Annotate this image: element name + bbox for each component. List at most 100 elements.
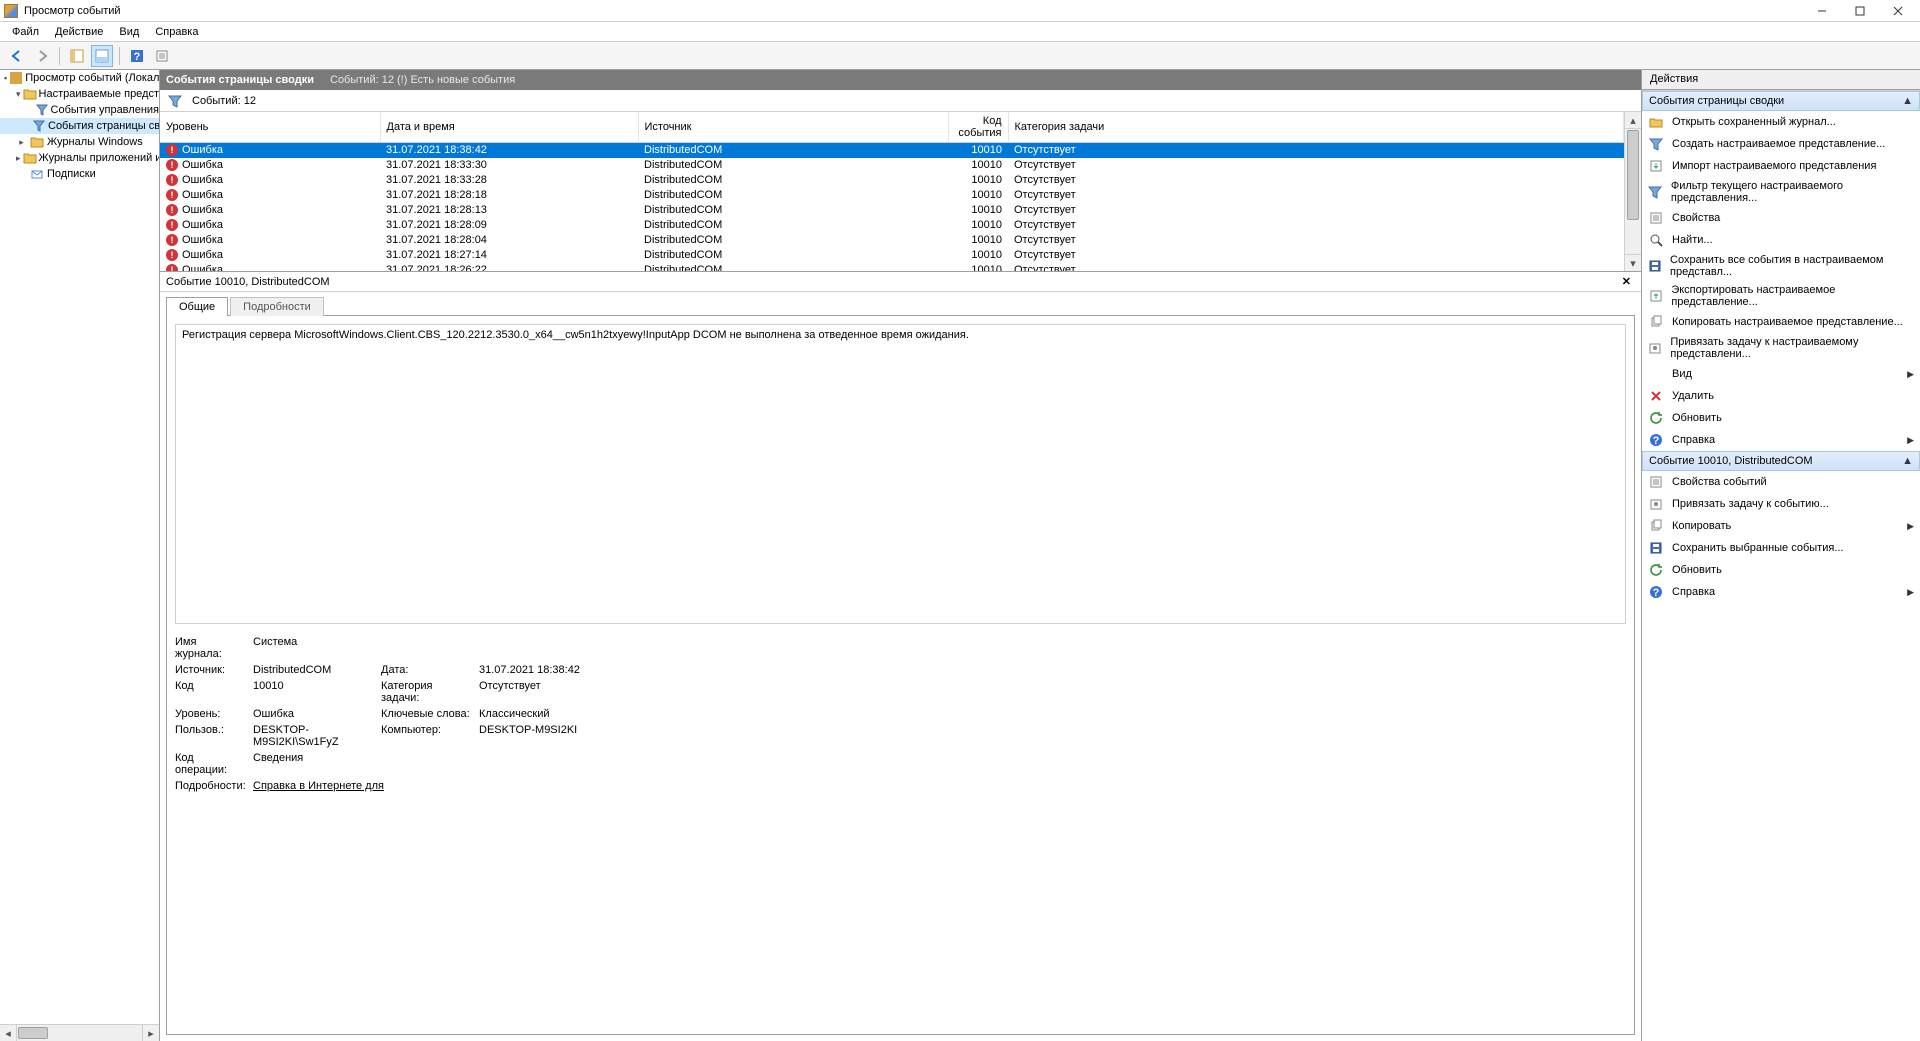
- menu-file[interactable]: Файл: [4, 24, 47, 40]
- table-row[interactable]: !Ошибка31.07.2021 18:33:30DistributedCOM…: [160, 158, 1624, 173]
- submenu-arrow-icon: ▶: [1907, 435, 1914, 446]
- prop-computer-label: Компьютер:: [381, 724, 471, 748]
- actions-section-2-title: Событие 10010, DistributedCOM: [1649, 455, 1813, 467]
- action-item[interactable]: Свойства событий: [1642, 471, 1920, 493]
- scroll-right-arrow[interactable]: ▸: [142, 1025, 159, 1041]
- collapse-icon[interactable]: ▲: [1902, 95, 1913, 107]
- table-row[interactable]: !Ошибка31.07.2021 18:38:42DistributedCOM…: [160, 143, 1624, 158]
- prop-date-label: Дата:: [381, 664, 471, 676]
- prop-user-value: DESKTOP-M9SI2KI\Sw1FyZ: [253, 724, 373, 748]
- action-item[interactable]: Обновить: [1642, 407, 1920, 429]
- tree-admin-events[interactable]: События управления: [0, 102, 159, 118]
- action-item[interactable]: Привязать задачу к настраиваемому предст…: [1642, 333, 1920, 363]
- action-label: Привязать задачу к событию...: [1672, 498, 1829, 510]
- tree-label: События страницы свод: [48, 120, 159, 132]
- close-button[interactable]: [1880, 2, 1916, 20]
- cell-category: Отсутствует: [1008, 263, 1624, 272]
- prop-moreinfo-link[interactable]: Справка в Интернете для: [253, 780, 619, 792]
- help-button[interactable]: ?: [126, 45, 148, 67]
- action-label: Создать настраиваемое представление...: [1672, 138, 1885, 150]
- prop-source-label: Источник:: [175, 664, 245, 676]
- action-item[interactable]: Экспортировать настраиваемое представлен…: [1642, 281, 1920, 311]
- cell-level: Ошибка: [182, 219, 223, 231]
- tree-label: Журналы Windows: [47, 136, 143, 148]
- center-pane: События страницы сводки Событий: 12 (!) …: [160, 70, 1642, 1041]
- action-item[interactable]: Фильтр текущего настраиваемого представл…: [1642, 177, 1920, 207]
- action-item[interactable]: Обновить: [1642, 559, 1920, 581]
- minimize-button[interactable]: [1804, 2, 1840, 20]
- action-item[interactable]: Свойства: [1642, 207, 1920, 229]
- table-row[interactable]: !Ошибка31.07.2021 18:28:09DistributedCOM…: [160, 218, 1624, 233]
- cell-source: DistributedCOM: [638, 248, 948, 263]
- center-header-sub: Событий: 12 (!) Есть новые события: [330, 74, 515, 86]
- action-item[interactable]: Открыть сохраненный журнал...: [1642, 111, 1920, 133]
- table-vertical-scrollbar[interactable]: ▴ ▾: [1624, 112, 1641, 271]
- action-item[interactable]: Найти...: [1642, 229, 1920, 251]
- tree-subscriptions[interactable]: Подписки: [0, 166, 159, 182]
- action-label: Свойства: [1672, 212, 1720, 224]
- tree-root[interactable]: ▪ Просмотр событий (Локальны: [0, 70, 159, 86]
- scroll-left-arrow[interactable]: ◂: [0, 1025, 17, 1041]
- maximize-button[interactable]: [1842, 2, 1878, 20]
- nav-forward-button[interactable]: [31, 45, 53, 67]
- detail-close-button[interactable]: ✕: [1618, 275, 1635, 288]
- show-preview-button[interactable]: [91, 45, 113, 67]
- tree-label: Настраиваемые представле: [39, 88, 159, 100]
- action-item[interactable]: Копировать▶: [1642, 515, 1920, 537]
- action-item[interactable]: Создать настраиваемое представление...: [1642, 133, 1920, 155]
- prop-logname-value: Система: [253, 636, 619, 660]
- expand-icon[interactable]: ▸: [16, 137, 27, 148]
- table-row[interactable]: !Ошибка31.07.2021 18:28:18DistributedCOM…: [160, 188, 1624, 203]
- menu-view[interactable]: Вид: [111, 24, 147, 40]
- action-label: Обновить: [1672, 412, 1722, 424]
- event-count-label: Событий: 12: [192, 95, 256, 107]
- action-item[interactable]: ?Справка▶: [1642, 429, 1920, 451]
- tab-general[interactable]: Общие: [166, 297, 228, 316]
- cell-date: 31.07.2021 18:26:22: [380, 263, 638, 272]
- table-row[interactable]: !Ошибка31.07.2021 18:26:22DistributedCOM…: [160, 263, 1624, 272]
- action-item[interactable]: Удалить: [1642, 385, 1920, 407]
- action-item[interactable]: Копировать настраиваемое представление..…: [1642, 311, 1920, 333]
- filter-icon: [168, 94, 182, 108]
- cell-code: 10010: [948, 173, 1008, 188]
- tree-custom-views[interactable]: ▾ Настраиваемые представле: [0, 86, 159, 102]
- collapse-icon[interactable]: ▲: [1902, 455, 1913, 467]
- tab-details[interactable]: Подробности: [230, 297, 324, 316]
- show-tree-button[interactable]: [66, 45, 88, 67]
- tree-app-services[interactable]: ▸ Журналы приложений и сл: [0, 150, 159, 166]
- menu-action[interactable]: Действие: [47, 24, 111, 40]
- col-header-source[interactable]: Источник: [638, 112, 948, 143]
- action-item[interactable]: Привязать задачу к событию...: [1642, 493, 1920, 515]
- table-row[interactable]: !Ошибка31.07.2021 18:28:04DistributedCOM…: [160, 233, 1624, 248]
- col-header-code[interactable]: Код события: [948, 112, 1008, 143]
- properties-icon: [1648, 474, 1664, 490]
- expand-icon[interactable]: ▸: [16, 153, 21, 164]
- action-item[interactable]: Сохранить выбранные события...: [1642, 537, 1920, 559]
- action-item[interactable]: Сохранить все события в настраиваемом пр…: [1642, 251, 1920, 281]
- action-item[interactable]: Импорт настраиваемого представления: [1642, 155, 1920, 177]
- table-row[interactable]: !Ошибка31.07.2021 18:33:28DistributedCOM…: [160, 173, 1624, 188]
- scroll-up-arrow[interactable]: ▴: [1625, 112, 1641, 129]
- menu-help[interactable]: Справка: [147, 24, 206, 40]
- scroll-down-arrow[interactable]: ▾: [1625, 254, 1641, 271]
- scroll-thumb[interactable]: [18, 1027, 48, 1039]
- nav-back-button[interactable]: [6, 45, 28, 67]
- expand-icon[interactable]: ▪: [4, 73, 7, 83]
- table-row[interactable]: !Ошибка31.07.2021 18:28:13DistributedCOM…: [160, 203, 1624, 218]
- actions-section-1-header[interactable]: События страницы сводки ▲: [1642, 91, 1920, 111]
- tree-windows-logs[interactable]: ▸ Журналы Windows: [0, 134, 159, 150]
- prop-logname-label: Имя журнала:: [175, 636, 245, 660]
- table-row[interactable]: !Ошибка31.07.2021 18:27:14DistributedCOM…: [160, 248, 1624, 263]
- tree-horizontal-scrollbar[interactable]: ◂ ▸: [0, 1024, 159, 1041]
- actions-section-2-header[interactable]: Событие 10010, DistributedCOM ▲: [1642, 451, 1920, 471]
- col-header-category[interactable]: Категория задачи: [1008, 112, 1624, 143]
- scroll-thumb[interactable]: [1627, 130, 1639, 220]
- tree-summary-page[interactable]: События страницы свод: [0, 118, 159, 134]
- properties-button[interactable]: [151, 45, 173, 67]
- col-header-date[interactable]: Дата и время: [380, 112, 638, 143]
- col-header-level[interactable]: Уровень: [160, 112, 380, 143]
- action-item[interactable]: Вид▶: [1642, 363, 1920, 385]
- collapse-icon[interactable]: ▾: [16, 89, 21, 100]
- cell-level: Ошибка: [182, 189, 223, 201]
- action-item[interactable]: ?Справка▶: [1642, 581, 1920, 603]
